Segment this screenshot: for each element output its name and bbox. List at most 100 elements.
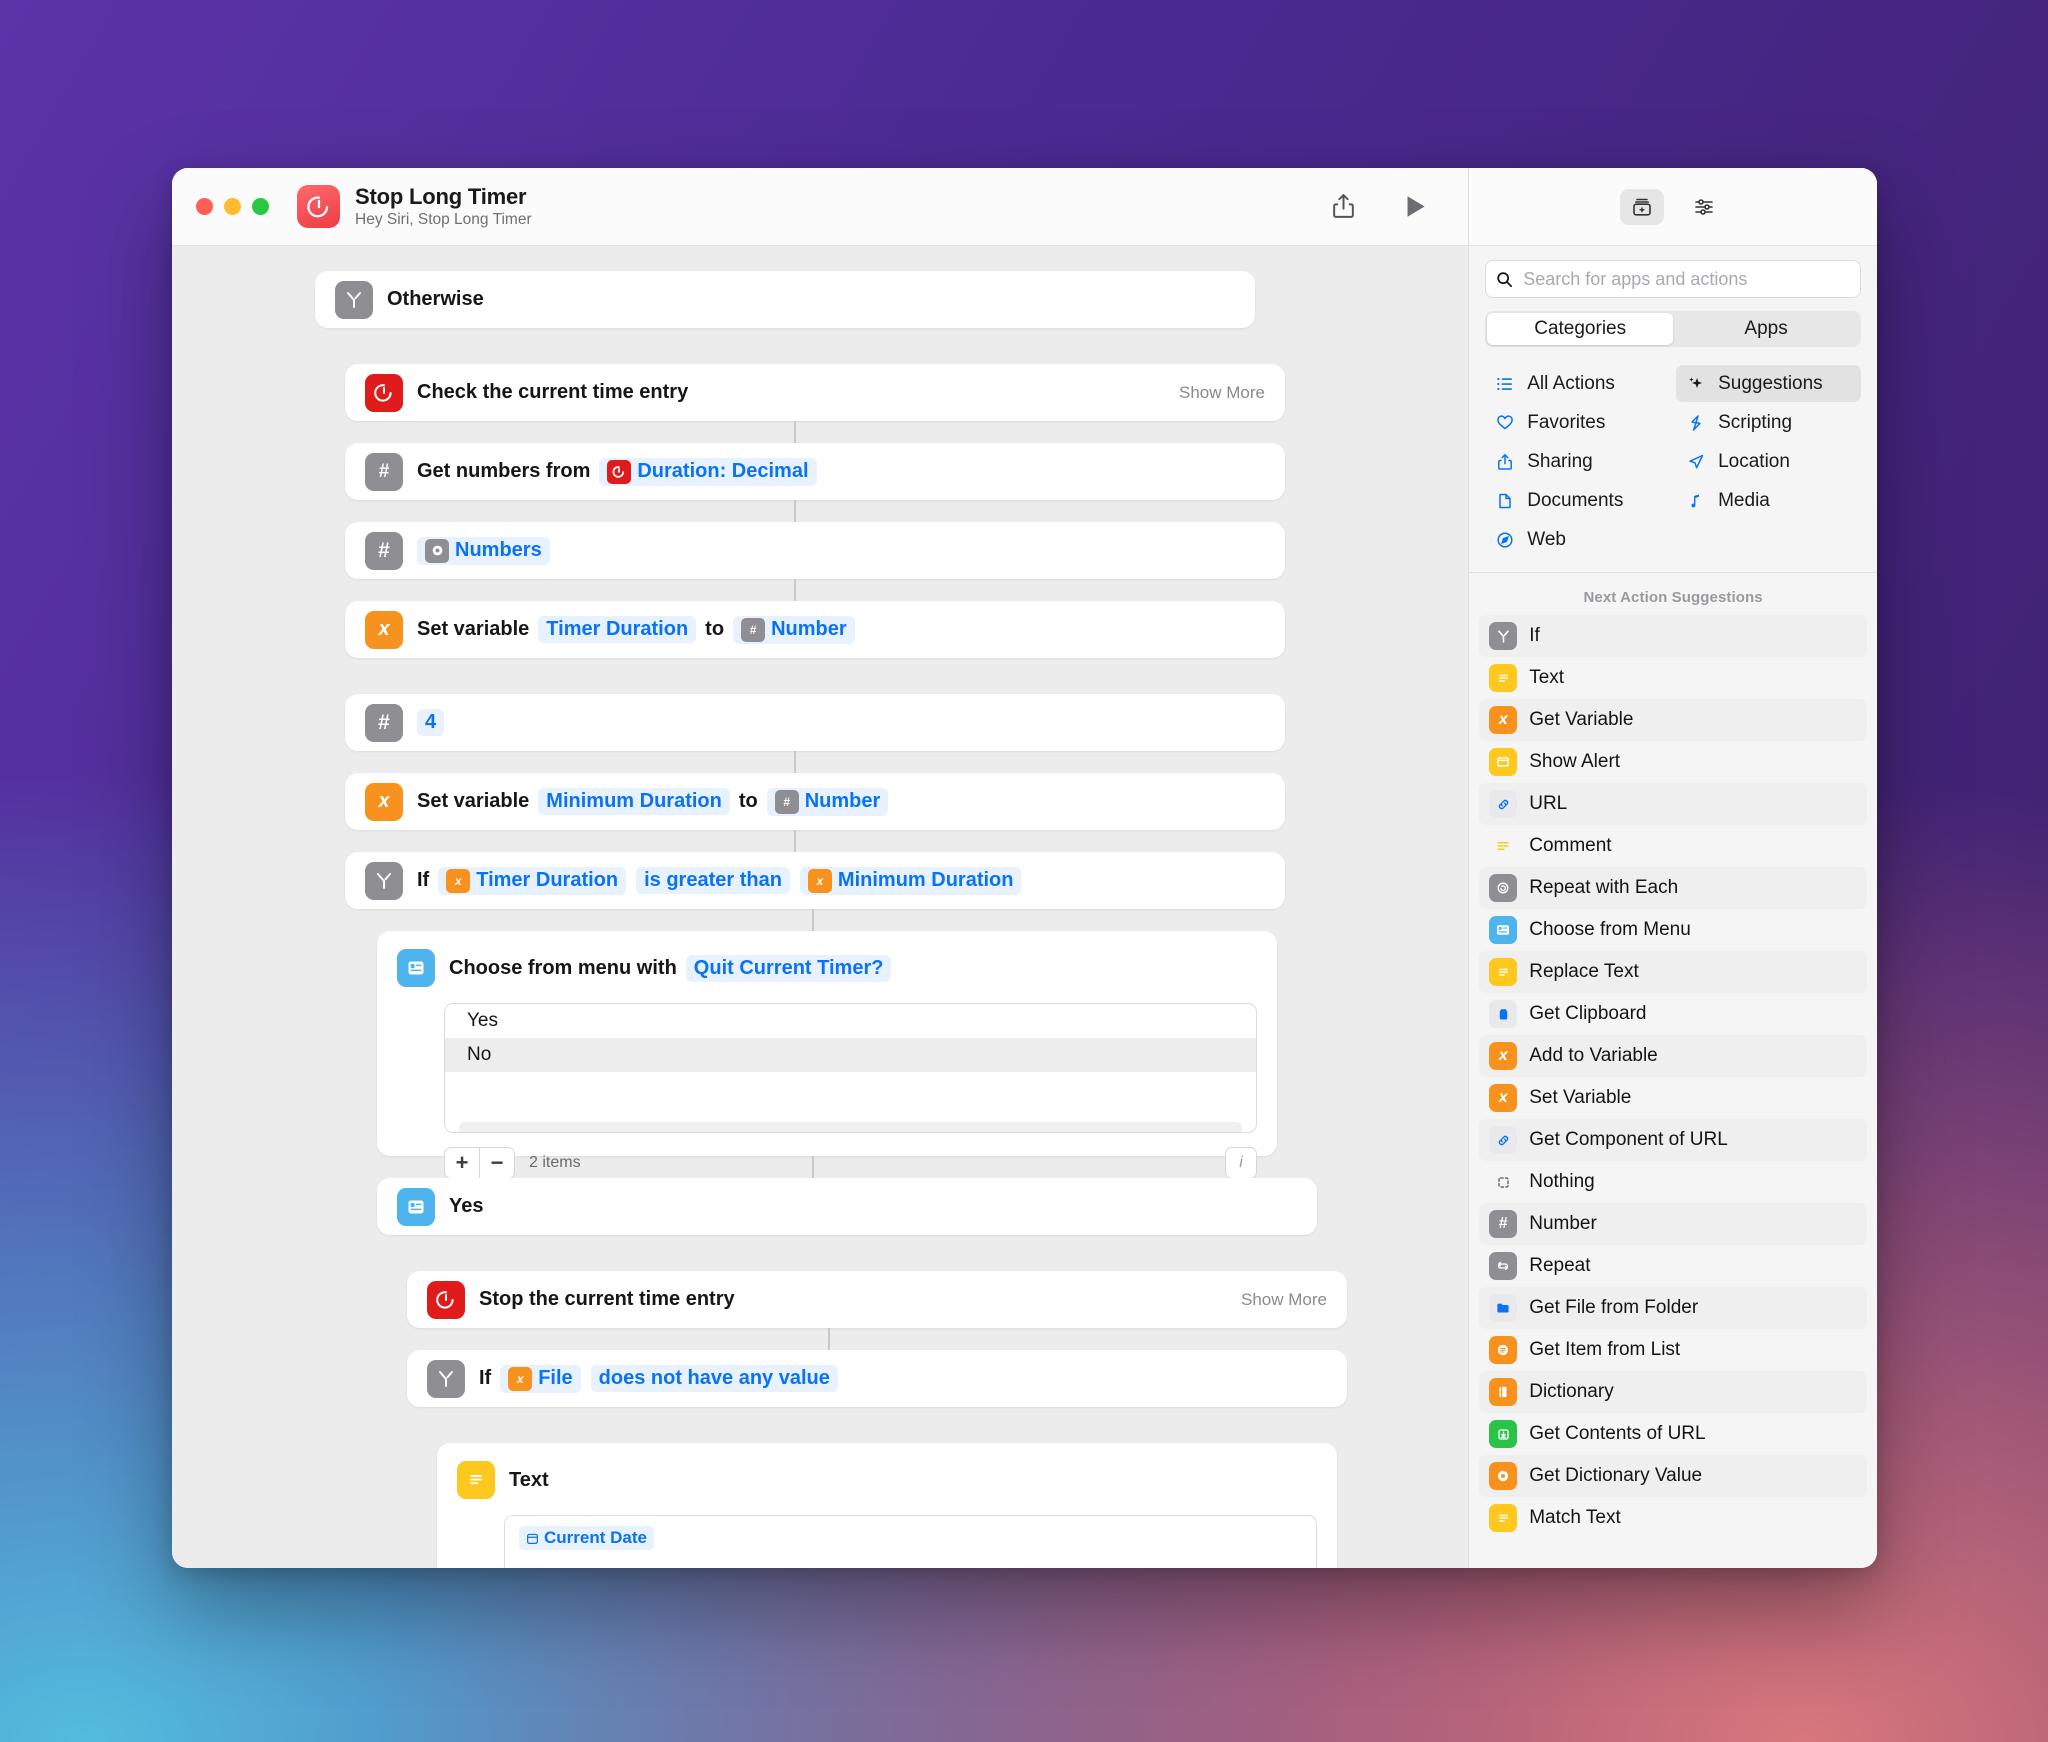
text-icon: [1489, 664, 1518, 692]
suggestion-item-show-alert[interactable]: Show Alert: [1479, 741, 1867, 783]
category-favorites[interactable]: Favorites: [1485, 404, 1670, 441]
choose-menu-icon: [397, 1187, 435, 1226]
suggestion-item-dictionary[interactable]: Dictionary: [1479, 1371, 1867, 1413]
category-label: All Actions: [1527, 372, 1615, 394]
search-field[interactable]: [1485, 260, 1861, 298]
token-number[interactable]: # Number: [766, 787, 889, 816]
category-suggestions[interactable]: Suggestions: [1676, 365, 1861, 402]
menu-list-item[interactable]: Yes: [445, 1004, 1256, 1038]
workflow-canvas[interactable]: Otherwise Check the current time entry S…: [172, 246, 1468, 1568]
action-card-choose-from-menu[interactable]: Choose from menu with Quit Current Timer…: [377, 931, 1277, 1179]
if-branch-icon: [1489, 622, 1518, 650]
toggl-timer-icon: [427, 1280, 465, 1319]
info-button[interactable]: i: [1225, 1147, 1257, 1179]
suggestions-list[interactable]: If Text x Get Variable Show Alert URL Com…: [1469, 615, 1877, 1568]
action-card-text[interactable]: Text Current Date: [437, 1443, 1337, 1568]
suggestion-item-get-contents-of-url[interactable]: Get Contents of URL: [1479, 1413, 1867, 1455]
siri-phrase: Hey Siri, Stop Long Timer: [355, 210, 532, 228]
suggestion-item-text[interactable]: Text: [1479, 657, 1867, 699]
menu-item-stepper[interactable]: + −: [444, 1147, 515, 1179]
token-minimum-duration[interactable]: Minimum Duration: [538, 788, 730, 815]
run-button[interactable]: [1396, 188, 1434, 226]
tab-categories[interactable]: Categories: [1487, 313, 1674, 345]
show-more-button[interactable]: Show More: [1241, 1290, 1327, 1310]
action-card-menu-case-yes[interactable]: Yes: [377, 1178, 1317, 1235]
suggestion-item-match-text[interactable]: Match Text: [1479, 1497, 1867, 1539]
number-icon: #: [1489, 1210, 1518, 1238]
tab-apps[interactable]: Apps: [1673, 313, 1859, 345]
suggestion-item-set-variable[interactable]: x Set Variable: [1479, 1077, 1867, 1119]
if-branch-icon: [335, 280, 373, 319]
share-button[interactable]: [1324, 188, 1362, 226]
suggestion-item-get-component-of-url[interactable]: Get Component of URL: [1479, 1119, 1867, 1161]
action-card-otherwise[interactable]: Otherwise: [315, 271, 1255, 328]
suggestion-item-get-item-from-list[interactable]: Get Item from List: [1479, 1329, 1867, 1371]
action-card-if-file[interactable]: If x File does not have any value: [407, 1350, 1347, 1407]
suggestion-item-repeat[interactable]: Repeat: [1479, 1245, 1867, 1287]
menu-list-item[interactable]: No: [445, 1038, 1256, 1072]
action-card-set-minimum-duration[interactable]: x Set variable Minimum Duration to # Num…: [345, 773, 1285, 830]
variable-icon: x: [1489, 1084, 1518, 1112]
suggestion-item-comment[interactable]: Comment: [1479, 825, 1867, 867]
action-card-check-time-entry[interactable]: Check the current time entry Show More: [345, 364, 1285, 421]
condition-operator[interactable]: does not have any value: [590, 1365, 838, 1392]
suggestion-item-get-variable[interactable]: x Get Variable: [1479, 699, 1867, 741]
suggestion-item-number[interactable]: # Number: [1479, 1203, 1867, 1245]
token-file[interactable]: x File: [500, 1364, 581, 1393]
category-grid: All Actions Suggestions Favorites Script…: [1469, 347, 1877, 573]
action-card-set-timer-duration[interactable]: x Set variable Timer Duration to # Numbe…: [345, 601, 1285, 658]
token-minimum-duration[interactable]: x Minimum Duration: [799, 866, 1022, 895]
token-label: Numbers: [455, 539, 542, 561]
category-all-actions[interactable]: All Actions: [1485, 365, 1670, 402]
token-timer-duration[interactable]: x Timer Duration: [438, 866, 627, 895]
action-card-get-numbers[interactable]: # Get numbers from Duration: Decimal: [345, 443, 1285, 500]
category-sharing[interactable]: Sharing: [1485, 443, 1670, 480]
token-duration-decimal[interactable]: Duration: Decimal: [599, 457, 817, 486]
token-label: Number: [771, 618, 847, 640]
category-documents[interactable]: Documents: [1485, 482, 1670, 519]
suggestion-item-if[interactable]: If: [1479, 615, 1867, 657]
number-value[interactable]: 4: [417, 709, 445, 736]
condition-operator[interactable]: is greater than: [636, 867, 790, 894]
token-number[interactable]: # Number: [733, 615, 855, 644]
zoom-button[interactable]: [252, 198, 269, 215]
suggestion-item-choose-from-menu[interactable]: Choose from Menu: [1479, 909, 1867, 951]
suggestion-label: If: [1529, 625, 1540, 646]
action-card-number-four[interactable]: # 4: [345, 694, 1285, 751]
suggestion-item-get-file-from-folder[interactable]: Get File from Folder: [1479, 1287, 1867, 1329]
remove-menu-item-button[interactable]: −: [480, 1148, 514, 1178]
category-web[interactable]: Web: [1485, 521, 1670, 558]
category-media[interactable]: Media: [1676, 482, 1861, 519]
token-timer-duration[interactable]: Timer Duration: [538, 616, 697, 643]
close-button[interactable]: [196, 198, 213, 215]
suggestion-item-repeat-with-each[interactable]: Repeat with Each: [1479, 867, 1867, 909]
suggestion-item-nothing[interactable]: Nothing: [1479, 1161, 1867, 1203]
search-input[interactable]: [1521, 267, 1850, 291]
menu-items-list[interactable]: Yes No: [444, 1003, 1257, 1133]
number-icon: #: [365, 452, 403, 491]
text-input-field[interactable]: Current Date: [504, 1515, 1317, 1568]
token-menu-prompt[interactable]: Quit Current Timer?: [685, 954, 892, 982]
minimize-button[interactable]: [224, 198, 241, 215]
action-card-stop-time-entry[interactable]: Stop the current time entry Show More: [407, 1271, 1347, 1328]
token-current-date[interactable]: Current Date: [519, 1526, 654, 1550]
action-card-numbers-result[interactable]: # Numbers: [345, 522, 1285, 579]
variable-icon: x: [1489, 706, 1518, 734]
add-menu-item-button[interactable]: +: [445, 1148, 480, 1178]
token-label: Timer Duration: [476, 869, 619, 891]
show-more-button[interactable]: Show More: [1179, 383, 1265, 403]
library-segmented-control[interactable]: Categories Apps: [1485, 311, 1861, 347]
token-numbers[interactable]: Numbers: [417, 536, 550, 565]
sliders-icon[interactable]: [1682, 189, 1726, 225]
category-location[interactable]: Location: [1676, 443, 1861, 480]
action-library-icon[interactable]: [1620, 188, 1665, 225]
suggestion-item-url[interactable]: URL: [1479, 783, 1867, 825]
suggestion-item-get-dictionary-value[interactable]: Get Dictionary Value: [1479, 1455, 1867, 1497]
suggestion-item-add-to-variable[interactable]: x Add to Variable: [1479, 1035, 1867, 1077]
category-scripting[interactable]: Scripting: [1676, 404, 1861, 441]
action-card-if-duration[interactable]: If x Timer Duration is greater than x Mi…: [345, 852, 1285, 909]
suggestion-item-get-clipboard[interactable]: Get Clipboard: [1479, 993, 1867, 1035]
token-label: Number: [804, 790, 881, 812]
action-label: Choose from menu with: [449, 956, 677, 979]
suggestion-item-replace-text[interactable]: Replace Text: [1479, 951, 1867, 993]
